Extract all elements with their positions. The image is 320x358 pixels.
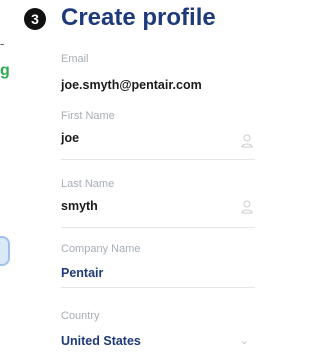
country-value: United States: [61, 334, 141, 348]
first-name-value: joe: [61, 131, 80, 145]
previous-panel-button-edge[interactable]: [0, 236, 10, 266]
previous-panel-dash: -: [0, 36, 5, 51]
country-label: Country: [61, 310, 100, 322]
company-name-value: Pentair: [61, 266, 104, 280]
person-icon: [241, 134, 253, 148]
company-name-label: Company Name: [61, 243, 141, 255]
last-name-label: Last Name: [61, 178, 115, 190]
step-number-badge: 3: [24, 8, 46, 30]
email-value: joe.smyth@pentair.com: [61, 78, 202, 92]
company-name-underline: [61, 287, 255, 288]
step-number: 3: [31, 11, 39, 27]
last-name-value: smyth: [61, 199, 98, 213]
email-field[interactable]: Email joe.smyth@pentair.com: [61, 53, 255, 97]
previous-panel-text: g: [0, 62, 10, 79]
page-title: Create profile: [61, 4, 216, 31]
company-name-field[interactable]: Company Name Pentair: [61, 243, 255, 289]
email-label: Email: [61, 53, 89, 65]
first-name-underline: [61, 159, 255, 160]
previous-panel-edge: - g: [0, 0, 14, 358]
first-name-field[interactable]: First Name joe: [61, 110, 255, 160]
person-icon: [241, 200, 253, 214]
first-name-label: First Name: [61, 110, 115, 122]
last-name-underline: [61, 227, 255, 228]
country-select[interactable]: Country United States ⌄: [61, 310, 255, 354]
last-name-field[interactable]: Last Name smyth: [61, 178, 255, 228]
chevron-down-icon: ⌄: [239, 335, 249, 347]
